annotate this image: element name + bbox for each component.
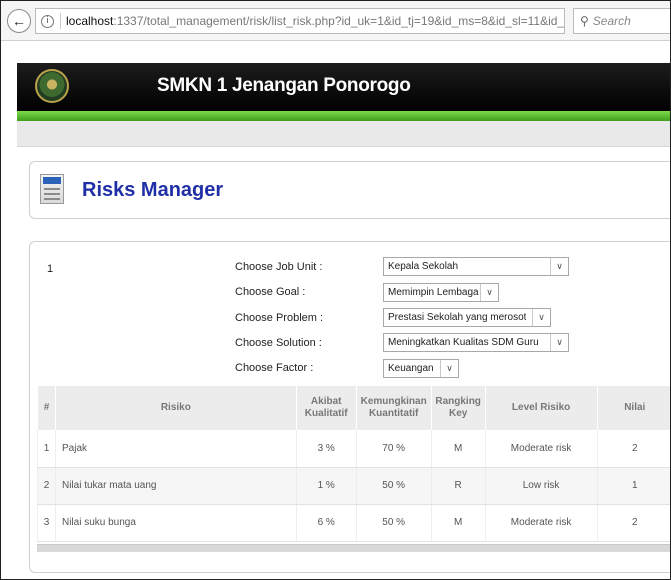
problem-label: Choose Problem : — [235, 312, 324, 324]
address-bar[interactable]: i localhost:1337/total_management/risk/l… — [35, 8, 565, 34]
row-risiko: Nilai tukar mata uang — [54, 467, 297, 505]
browser-search-input[interactable]: ⚲ Search — [573, 8, 670, 34]
row-kemungkinan: 50 % — [355, 467, 432, 505]
url-path: :1337/total_management/risk/list_risk.ph… — [113, 14, 565, 28]
solution-select[interactable]: Meningkatkan Kualitas SDM Guru ∨ — [383, 333, 569, 352]
row-akibat: 1 % — [295, 467, 357, 505]
goal-label: Choose Goal : — [235, 286, 306, 298]
search-icon: ⚲ — [580, 14, 589, 28]
row-num: 2 — [37, 467, 56, 505]
search-placeholder: Search — [592, 14, 631, 28]
kemungkinan-header-line1: Kemungkinan — [360, 395, 427, 407]
row-level: Low risk — [484, 467, 598, 505]
col-kemungkinan-header: Kemungkinan Kuantitatif — [355, 386, 432, 430]
table-row: 3 Nilai suku bunga 6 % 50 % M Moderate r… — [37, 504, 670, 542]
col-level-header: Level Risiko — [484, 386, 598, 430]
goal-value: Memimpin Lembaga — [388, 287, 479, 298]
header-accent-bar — [17, 111, 670, 121]
row-nilai: 2 — [596, 504, 670, 542]
factor-select[interactable]: Keuangan ∨ — [383, 359, 459, 378]
col-num-header: # — [37, 386, 56, 430]
job-unit-select[interactable]: Kepala Sekolah ∨ — [383, 257, 569, 276]
job-unit-value: Kepala Sekolah — [388, 261, 459, 272]
rangking-header-line2: Key — [448, 408, 468, 419]
row-nilai: 1 — [596, 467, 670, 505]
factor-label: Choose Factor : — [235, 362, 314, 374]
solution-value: Meningkatkan Kualitas SDM Guru — [388, 337, 539, 348]
table-footer-bar — [37, 544, 670, 552]
browser-toolbar: ← i localhost:1337/total_management/risk… — [1, 1, 670, 41]
problem-value: Prestasi Sekolah yang merosot — [388, 312, 527, 323]
row-risiko: Pajak — [54, 430, 297, 468]
nav-strip — [17, 121, 670, 147]
row-level: Moderate risk — [484, 430, 598, 468]
problem-select[interactable]: Prestasi Sekolah yang merosot ∨ — [383, 308, 551, 327]
row-risiko: Nilai suku bunga — [54, 504, 297, 542]
app-title: SMKN 1 Jenangan Ponorogo — [157, 75, 411, 96]
school-logo — [35, 69, 69, 103]
row-num: 3 — [37, 504, 56, 542]
row-level: Moderate risk — [484, 504, 598, 542]
document-icon — [40, 174, 64, 204]
col-rangking-header: Rangking Key — [430, 386, 486, 430]
url-host: localhost — [66, 14, 114, 28]
row-rangking: R — [430, 467, 486, 505]
rangking-header-line1: Rangking — [435, 395, 481, 407]
app-header: SMKN 1 Jenangan Ponorogo — [17, 63, 670, 111]
col-risiko-header: Risiko — [54, 386, 297, 430]
row-rangking: M — [430, 430, 486, 468]
back-arrow-icon[interactable]: ← — [7, 9, 31, 33]
solution-label: Choose Solution : — [235, 337, 322, 349]
url-separator — [60, 13, 61, 29]
page-title: Risks Manager — [82, 179, 224, 201]
risk-table: # Risiko Akibat Kualitatif Kemungkinan Kua… — [37, 386, 670, 542]
row-akibat: 6 % — [295, 504, 357, 542]
kemungkinan-header-line2: Kuantitatif — [368, 408, 419, 419]
window-frame: ← i localhost:1337/total_management/risk… — [0, 0, 671, 580]
chevron-down-icon: ∨ — [550, 334, 568, 351]
col-nilai-header: Nilai — [596, 386, 670, 430]
row-kemungkinan: 50 % — [355, 504, 432, 542]
chevron-down-icon: ∨ — [532, 309, 550, 326]
factor-value: Keuangan — [388, 363, 434, 374]
chevron-down-icon: ∨ — [550, 258, 568, 275]
table-header-row: # Risiko Akibat Kualitatif Kemungkinan Kua… — [37, 386, 670, 430]
goal-select[interactable]: Memimpin Lembaga ∨ — [383, 283, 499, 302]
job-unit-label: Choose Job Unit : — [235, 261, 323, 273]
row-kemungkinan: 70 % — [355, 430, 432, 468]
info-icon[interactable]: i — [41, 14, 54, 28]
col-akibat-header: Akibat Kualitatif — [295, 386, 357, 430]
row-nilai: 2 — [596, 430, 670, 468]
chevron-down-icon: ∨ — [440, 360, 458, 377]
title-panel: Risks Manager — [29, 161, 670, 219]
row-num: 1 — [37, 430, 56, 468]
table-row: 2 Nilai tukar mata uang 1 % 50 % R Low r… — [37, 467, 670, 505]
akibat-header-line2: Kualitatif — [304, 408, 348, 419]
record-number: 1 — [47, 263, 54, 275]
row-rangking: M — [430, 504, 486, 542]
reload-icon[interactable]: ↻ — [564, 9, 565, 33]
akibat-header-line1: Akibat — [310, 395, 342, 407]
table-row: 1 Pajak 3 % 70 % M Moderate risk 2 — [37, 430, 670, 468]
row-akibat: 3 % — [295, 430, 357, 468]
chevron-down-icon: ∨ — [480, 284, 498, 301]
